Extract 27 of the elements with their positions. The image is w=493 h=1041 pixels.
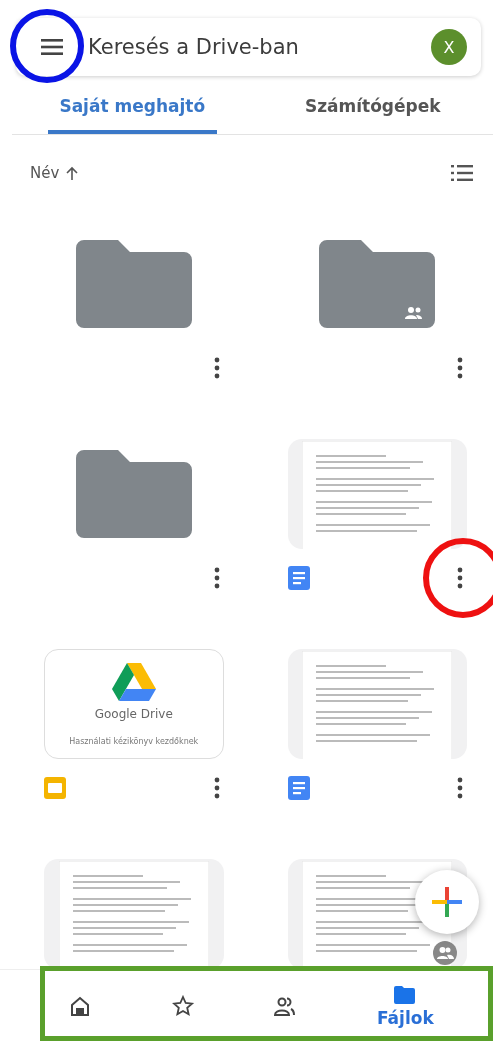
more-options-icon (457, 357, 463, 379)
preview-text: Használati kézikönyv kezdőknek (69, 736, 199, 746)
more-options-icon (457, 567, 463, 589)
account-avatar[interactable]: X (431, 29, 467, 65)
plus-icon (432, 887, 462, 917)
menu-icon (41, 39, 63, 55)
nav-tab[interactable]: Fájlok (376, 983, 434, 1028)
folder-icon (393, 983, 418, 1006)
tab[interactable]: Saját meghajtó (48, 82, 217, 134)
drive-logo-icon (111, 662, 156, 701)
search-field[interactable]: Keresés a Drive-ban (86, 34, 421, 60)
more-options-icon (213, 567, 220, 589)
arrow-up-icon (65, 165, 80, 181)
star-icon (171, 994, 196, 1017)
document-icon (287, 566, 310, 590)
more-options-icon (213, 777, 220, 799)
slides-icon (44, 777, 66, 799)
nav-tab[interactable] (171, 994, 196, 1017)
document-icon (287, 776, 310, 800)
folder-icon (75, 450, 192, 538)
sort-button[interactable]: Név (30, 164, 80, 182)
more-options-icon (213, 357, 220, 379)
folder-icon (75, 240, 192, 328)
more-options-icon (457, 777, 463, 799)
tab[interactable]: Számítógépek (288, 82, 457, 134)
preview-title: Google Drive (94, 706, 173, 721)
list-view-icon (451, 165, 473, 181)
